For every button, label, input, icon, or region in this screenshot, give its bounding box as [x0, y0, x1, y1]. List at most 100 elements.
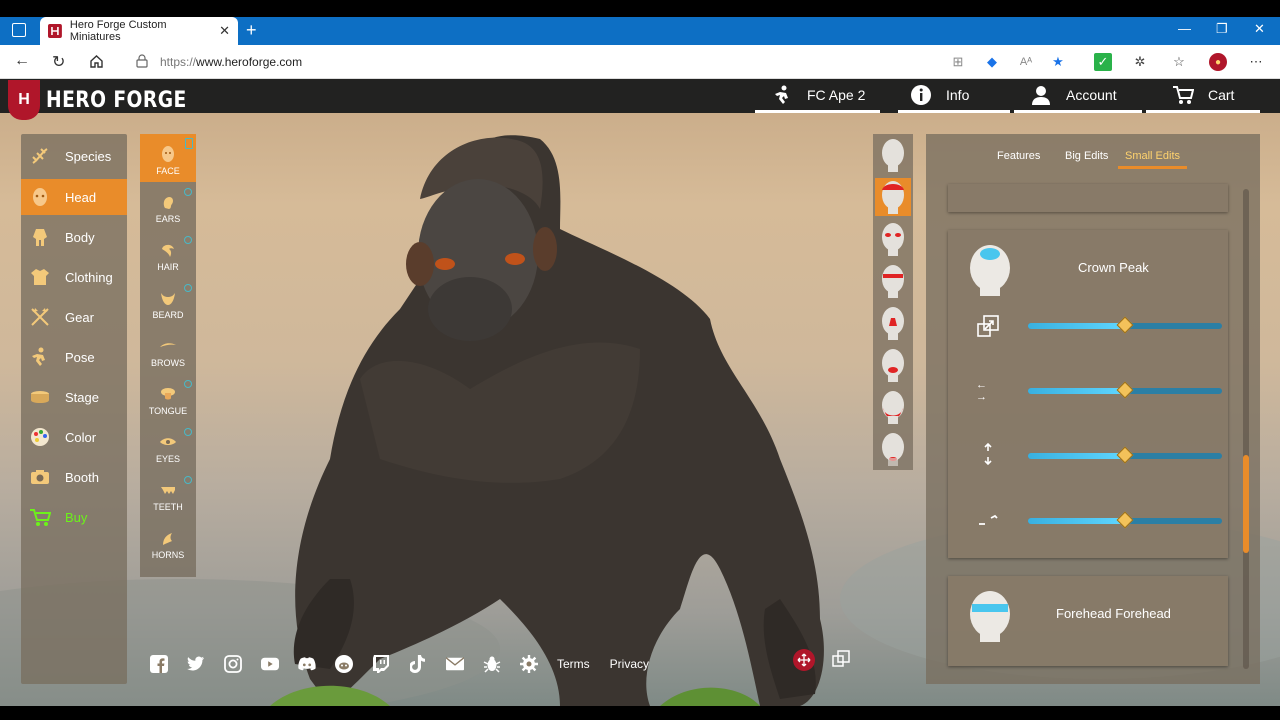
status-dot — [184, 284, 192, 292]
menu-item-booth[interactable]: Booth — [21, 459, 127, 495]
head-preset-full[interactable] — [875, 136, 911, 174]
tab-close-icon[interactable]: ✕ — [219, 23, 230, 39]
facebook-icon[interactable] — [150, 655, 168, 673]
submenu-item-horns[interactable]: HORNS — [140, 518, 196, 566]
account-label: Account — [1066, 86, 1117, 103]
tag-icon[interactable]: ◆ — [983, 53, 1001, 71]
url-field[interactable]: https://www.heroforge.com — [160, 55, 302, 69]
submenu-item-tongue[interactable]: TONGUE — [140, 374, 196, 422]
submenu-item-eyes[interactable]: EYES — [140, 422, 196, 470]
browser-tab[interactable]: Hero Forge Custom Miniatures ✕ — [40, 17, 238, 45]
settings-gear-icon[interactable] — [520, 655, 538, 673]
menu-item-head[interactable]: Head — [21, 179, 127, 215]
cart-button[interactable]: Cart — [1146, 79, 1260, 113]
menu-item-buy[interactable]: Buy — [21, 499, 127, 535]
move-gizmo-icon[interactable] — [793, 649, 815, 671]
reload-icon[interactable]: ↻ — [52, 52, 65, 72]
crown-vertical-slider[interactable] — [1028, 446, 1222, 464]
submenu-item-beard[interactable]: BEARD — [140, 278, 196, 326]
tongue-icon — [158, 384, 178, 404]
read-aloud-icon[interactable]: Aᴬ — [1017, 53, 1035, 71]
email-icon[interactable] — [446, 655, 464, 673]
fullscreen-icon[interactable] — [832, 650, 850, 668]
crown-peak-card: Crown Peak ← → — [948, 230, 1228, 558]
head-preset-chin[interactable] — [875, 430, 911, 468]
slider-knob[interactable] — [1116, 316, 1134, 334]
teeth-icon — [158, 480, 178, 500]
menu-item-clothing[interactable]: Clothing — [21, 259, 127, 295]
submenu-item-ears[interactable]: EARS — [140, 182, 196, 230]
bug-report-icon[interactable] — [483, 655, 501, 673]
more-menu-icon[interactable]: ⋯ — [1247, 53, 1265, 71]
character-name-button[interactable]: FC Ape 2 — [755, 79, 880, 113]
menu-item-color[interactable]: Color — [21, 419, 127, 455]
crown-horizontal-slider[interactable] — [1028, 381, 1222, 399]
menu-item-stage[interactable]: Stage — [21, 379, 127, 415]
panel-scrollbar[interactable] — [1243, 189, 1249, 669]
menu-item-species[interactable]: Species — [21, 138, 127, 174]
heroforge-logo[interactable]: H HERO FORGE — [8, 79, 212, 121]
twitch-icon[interactable] — [372, 655, 390, 673]
submenu-item-hair[interactable]: HAIR — [140, 230, 196, 278]
slider-knob[interactable] — [1116, 511, 1134, 529]
submenu-item-brows[interactable]: BROWS — [140, 326, 196, 374]
slider-knob[interactable] — [1116, 446, 1134, 464]
tiktok-icon[interactable] — [409, 655, 427, 673]
slider-fill — [1028, 453, 1125, 459]
submenu-label: TONGUE — [148, 406, 188, 416]
slider-knob[interactable] — [1116, 381, 1134, 399]
heroforge-app: H HERO FORGE FC Ape 2 Info Account Cart … — [0, 79, 1280, 706]
window-menu-icon[interactable] — [12, 23, 26, 37]
twitter-icon[interactable] — [187, 655, 205, 673]
menu-label: Gear — [65, 309, 94, 325]
scrollbar-thumb[interactable] — [1243, 455, 1249, 553]
submenu-item-teeth[interactable]: TEETH — [140, 470, 196, 518]
home-icon[interactable] — [89, 54, 104, 69]
instagram-icon[interactable] — [224, 655, 242, 673]
menu-item-body[interactable]: Body — [21, 219, 127, 255]
submenu-item-face[interactable]: FACE — [140, 134, 196, 182]
crown-peak-title: Crown Peak — [1078, 260, 1149, 275]
axes-icon — [29, 306, 51, 328]
minimize-button[interactable]: — — [1178, 21, 1191, 36]
extension-check-icon[interactable]: ✓ — [1094, 53, 1112, 71]
profile-avatar[interactable]: ● — [1209, 53, 1227, 71]
logo-shield-icon: H — [8, 80, 40, 120]
close-window-button[interactable]: ✕ — [1254, 21, 1265, 37]
menu-item-gear[interactable]: Gear — [21, 299, 127, 335]
head-preset-nose[interactable] — [875, 304, 911, 342]
discord-icon[interactable] — [298, 655, 316, 673]
head-preset-mouth[interactable] — [875, 346, 911, 384]
crown-tilt-slider[interactable] — [1028, 511, 1222, 529]
tab-small-edits[interactable]: Small Edits — [1118, 150, 1188, 169]
crown-scale-slider[interactable] — [1028, 316, 1222, 334]
back-icon[interactable]: ← — [14, 52, 30, 70]
menu-item-pose[interactable]: Pose — [21, 339, 127, 375]
head-preset-brows[interactable] — [875, 262, 911, 300]
head-preset-jaw[interactable] — [875, 388, 911, 426]
tab-big-edits[interactable]: Big Edits — [1065, 150, 1108, 162]
hair-icon — [158, 240, 178, 260]
head-preset-crown[interactable] — [875, 178, 911, 216]
privacy-link[interactable]: Privacy — [610, 657, 649, 671]
info-button[interactable]: Info — [898, 79, 1010, 113]
reddit-icon[interactable] — [335, 655, 353, 673]
tab-features[interactable]: Features — [997, 150, 1040, 162]
slider-fill — [1028, 518, 1125, 524]
head-preset-eyes[interactable] — [875, 220, 911, 258]
menu-label: Stage — [65, 389, 99, 405]
apps-icon[interactable]: ⊞ — [949, 53, 967, 71]
maximize-button[interactable]: ❐ — [1216, 21, 1228, 37]
extensions-puzzle-icon[interactable]: ✲ — [1131, 53, 1149, 71]
youtube-icon[interactable] — [261, 655, 279, 673]
favorites-list-icon[interactable]: ☆ — [1170, 53, 1188, 71]
eye-icon — [158, 432, 178, 452]
account-button[interactable]: Account — [1014, 79, 1142, 113]
new-tab-button[interactable]: + — [246, 20, 257, 41]
terms-link[interactable]: Terms — [557, 657, 590, 671]
favorite-star-icon[interactable]: ★ — [1049, 53, 1067, 71]
hero-running-icon — [775, 85, 788, 104]
lock-icon[interactable] — [136, 54, 148, 68]
vertical-move-icon — [976, 442, 1000, 466]
stage-icon — [29, 386, 51, 408]
